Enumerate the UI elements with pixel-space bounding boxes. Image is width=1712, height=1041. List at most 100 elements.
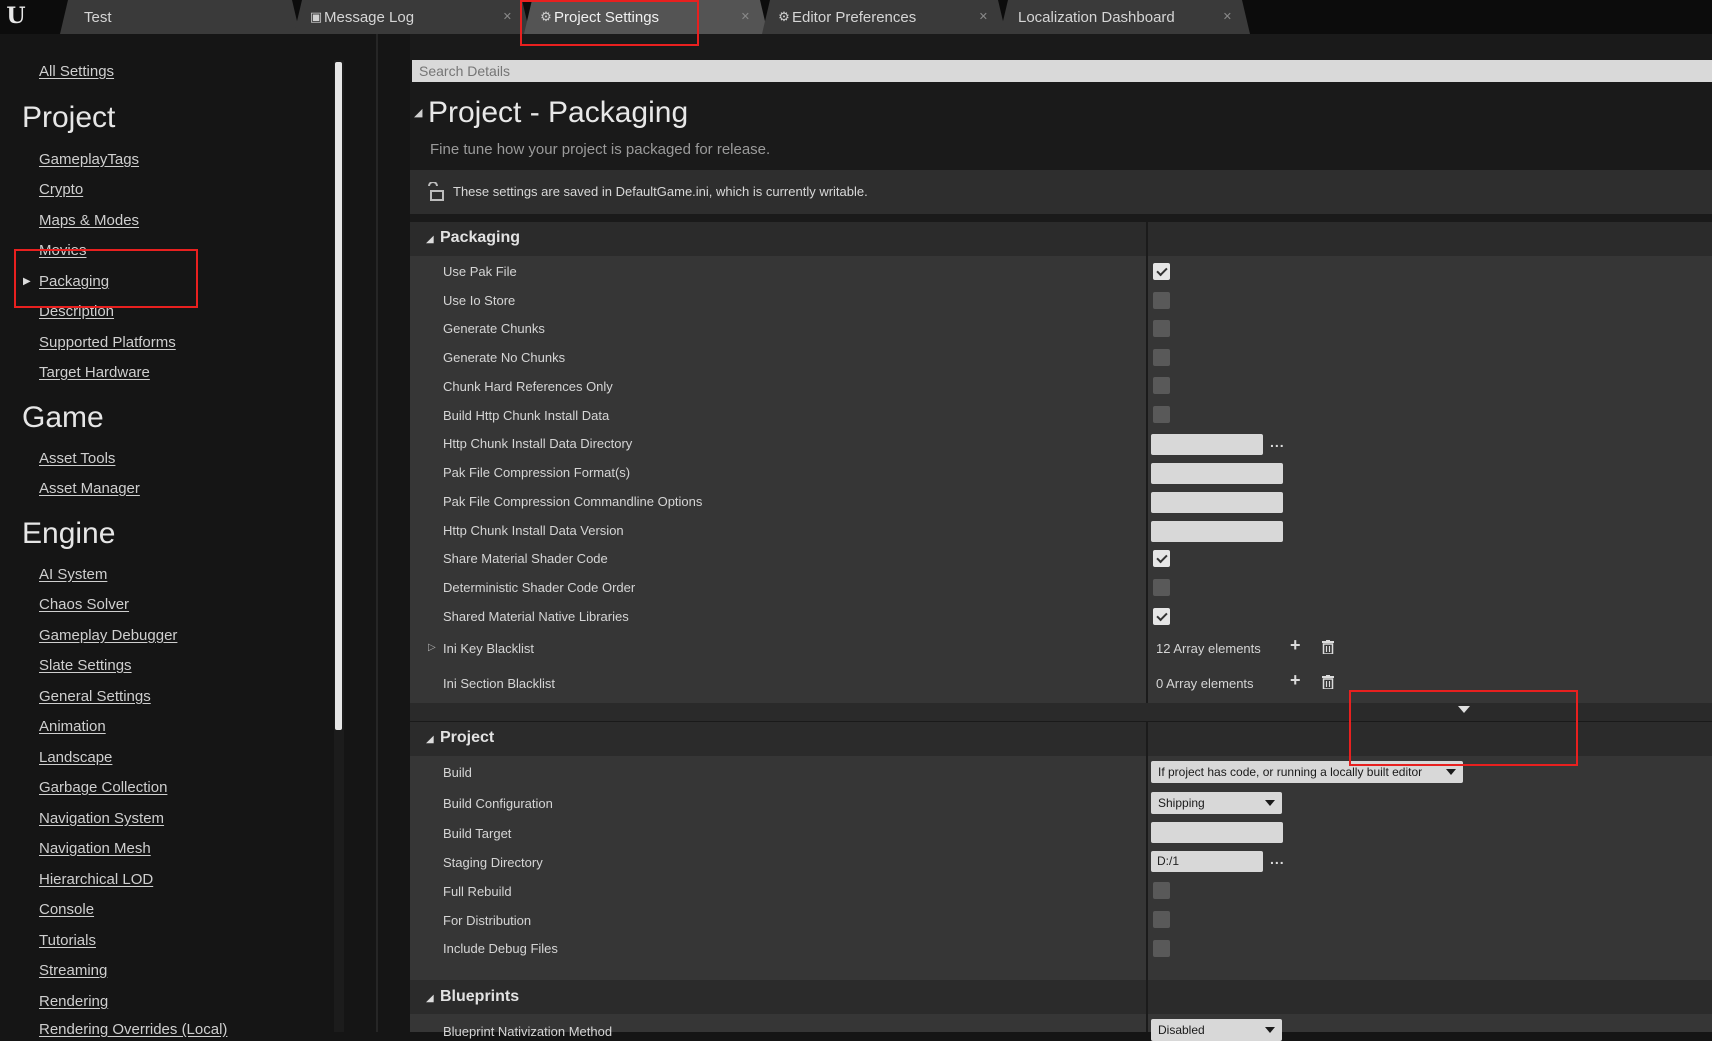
checkbox-shared-material-native[interactable]: [1153, 608, 1170, 625]
browse-button[interactable]: ...: [1270, 851, 1285, 867]
sidebar-item-movies[interactable]: Movies: [39, 242, 87, 259]
sidebar-item-animation[interactable]: Animation: [39, 718, 106, 735]
sidebar-item-console[interactable]: Console: [39, 901, 94, 918]
sidebar-item-navigation-mesh[interactable]: Navigation Mesh: [39, 840, 151, 857]
label-deterministic-shader: Deterministic Shader Code Order: [443, 580, 636, 595]
label-shared-material-native: Shared Material Native Libraries: [443, 609, 629, 624]
sidebar-item-general-settings[interactable]: General Settings: [39, 688, 151, 705]
staging-directory-field[interactable]: D:/1: [1151, 851, 1263, 872]
tab-editor-preferences[interactable]: ⚙ Editor Preferences ✕: [762, 0, 1006, 34]
tab-label: Message Log: [324, 8, 415, 26]
build-configuration-dropdown[interactable]: Shipping: [1151, 792, 1282, 814]
ini-section-blacklist-count: 0 Array elements: [1156, 676, 1254, 691]
section-header-packaging[interactable]: [410, 222, 1712, 256]
collapse-arrow-icon[interactable]: ◢: [414, 106, 422, 119]
checkbox-use-pak-file[interactable]: [1153, 263, 1170, 280]
sidebar-item-rendering[interactable]: Rendering: [39, 993, 108, 1010]
column-divider[interactable]: [1146, 980, 1148, 1032]
tab-localization-dashboard[interactable]: Localization Dashboard ✕: [1000, 0, 1250, 34]
section-title-project: Project: [440, 729, 495, 746]
checkbox-include-debug-files[interactable]: [1153, 940, 1170, 957]
sidebar-item-maps-modes[interactable]: Maps & Modes: [39, 212, 139, 229]
checkbox-deterministic-shader[interactable]: [1153, 579, 1170, 596]
add-element-icon[interactable]: +: [1290, 670, 1301, 691]
label-build: Build: [443, 765, 472, 780]
tab-message-log[interactable]: ▣ Message Log ✕: [294, 0, 530, 34]
sidebar-item-crypto[interactable]: Crypto: [39, 181, 83, 198]
close-icon[interactable]: ✕: [503, 10, 512, 23]
expand-advanced-icon[interactable]: [1458, 706, 1470, 713]
close-icon[interactable]: ✕: [979, 10, 988, 23]
sidebar-item-streaming[interactable]: Streaming: [39, 962, 107, 979]
sidebar-heading-engine: Engine: [22, 517, 116, 550]
checkbox-generate-chunks[interactable]: [1153, 320, 1170, 337]
sidebar-item-navigation-system[interactable]: Navigation System: [39, 810, 164, 827]
build-dropdown[interactable]: If project has code, or running a locall…: [1151, 761, 1463, 783]
sidebar-item-supported-platforms[interactable]: Supported Platforms: [39, 334, 176, 351]
checkbox-use-io-store[interactable]: [1153, 292, 1170, 309]
sidebar-item-garbage-collection[interactable]: Garbage Collection: [39, 779, 167, 796]
tab-label: Test: [84, 8, 112, 26]
build-configuration-value: Shipping: [1158, 796, 1205, 810]
sidebar-item-landscape[interactable]: Landscape: [39, 749, 112, 766]
pak-compression-cmdline-field[interactable]: [1151, 492, 1283, 513]
http-chunk-version-field[interactable]: [1151, 521, 1283, 542]
sidebar-item-rendering-overrides[interactable]: Rendering Overrides (Local): [39, 1021, 227, 1038]
build-dropdown-value: If project has code, or running a locall…: [1158, 765, 1423, 779]
label-use-pak-file: Use Pak File: [443, 264, 517, 279]
checkbox-generate-no-chunks[interactable]: [1153, 349, 1170, 366]
tab-project-settings[interactable]: ⚙ Project Settings ✕: [524, 0, 768, 34]
sidebar-item-target-hardware[interactable]: Target Hardware: [39, 364, 150, 381]
build-target-field[interactable]: [1151, 822, 1283, 843]
sidebar-item-asset-manager[interactable]: Asset Manager: [39, 480, 140, 497]
section-title-packaging: Packaging: [440, 229, 521, 246]
browse-button[interactable]: ...: [1270, 434, 1285, 450]
tab-label: Editor Preferences: [792, 8, 917, 26]
sidebar-item-ai-system[interactable]: AI System: [39, 566, 107, 583]
trash-icon[interactable]: [1322, 675, 1334, 689]
label-full-rebuild: Full Rebuild: [443, 884, 512, 899]
sidebar-item-hierarchical-lod[interactable]: Hierarchical LOD: [39, 871, 153, 888]
sidebar-item-gameplay-debugger[interactable]: Gameplay Debugger: [39, 627, 177, 644]
search-input[interactable]: [412, 60, 1712, 82]
checkbox-for-distribution[interactable]: [1153, 911, 1170, 928]
sidebar-item-chaos-solver[interactable]: Chaos Solver: [39, 596, 129, 613]
checkbox-build-http-chunk[interactable]: [1153, 406, 1170, 423]
blueprint-nativization-dropdown[interactable]: Disabled: [1151, 1019, 1282, 1041]
section-header-blueprints[interactable]: [410, 980, 1712, 1014]
staging-directory-value: D:/1: [1157, 854, 1180, 868]
collapse-arrow-icon[interactable]: ◢: [426, 234, 434, 245]
collapse-arrow-icon[interactable]: ◢: [426, 734, 434, 745]
pak-compression-formats-field[interactable]: [1151, 463, 1283, 484]
column-divider[interactable]: [1146, 722, 1148, 980]
sidebar-item-asset-tools[interactable]: Asset Tools: [39, 450, 115, 467]
label-build-target: Build Target: [443, 826, 512, 841]
sidebar-item-description[interactable]: Description: [39, 303, 114, 320]
unreal-logo-icon[interactable]: U: [2, 2, 30, 30]
sidebar-item-all-settings[interactable]: All Settings: [39, 63, 114, 80]
add-element-icon[interactable]: +: [1290, 635, 1301, 656]
section-header-project[interactable]: [410, 722, 1712, 756]
expand-arrow-icon[interactable]: ▷: [428, 642, 436, 653]
sidebar-divider: [376, 34, 378, 1032]
sidebar-scrollbar[interactable]: [335, 62, 342, 730]
chevron-down-icon: [1265, 1027, 1275, 1033]
advanced-expander-strip[interactable]: [410, 703, 1712, 721]
column-divider[interactable]: [1146, 222, 1148, 704]
unlock-icon: [428, 182, 444, 201]
sidebar-item-slate-settings[interactable]: Slate Settings: [39, 657, 132, 674]
checkbox-share-material-shader[interactable]: [1153, 550, 1170, 567]
tab-label: Localization Dashboard: [1018, 8, 1175, 26]
collapse-arrow-icon[interactable]: ◢: [426, 993, 434, 1004]
tab-test[interactable]: Test: [60, 0, 300, 34]
checkbox-chunk-hard-references[interactable]: [1153, 377, 1170, 394]
http-chunk-directory-field[interactable]: [1151, 434, 1263, 455]
sidebar-item-tutorials[interactable]: Tutorials: [39, 932, 96, 949]
close-icon[interactable]: ✕: [741, 10, 750, 23]
checkbox-full-rebuild[interactable]: [1153, 882, 1170, 899]
trash-icon[interactable]: [1322, 640, 1334, 654]
label-chunk-hard-references: Chunk Hard References Only: [443, 379, 613, 394]
sidebar-item-packaging[interactable]: Packaging: [39, 273, 109, 290]
close-icon[interactable]: ✕: [1223, 10, 1232, 23]
sidebar-item-gameplaytags[interactable]: GameplayTags: [39, 151, 139, 168]
